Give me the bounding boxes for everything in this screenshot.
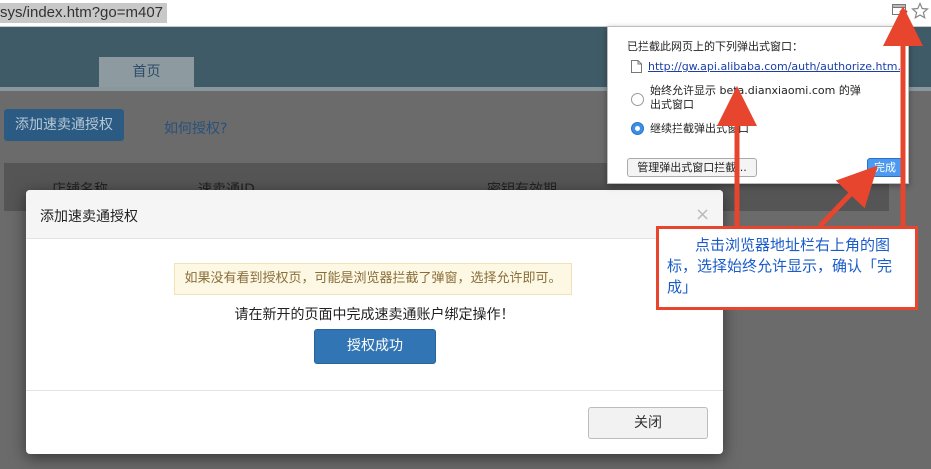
close-icon[interactable]: ×	[695, 204, 710, 225]
always-allow-label[interactable]: 始终允许显示 beta.dianxiaomi.com 的弹 出式窗口	[650, 84, 861, 112]
bubble-title: 已拦截此网页上的下列弹出式窗口：	[627, 40, 803, 53]
modal-title: 添加速卖通授权	[40, 209, 138, 225]
url-field[interactable]: sys/index.htm?go=m407	[0, 3, 168, 23]
always-allow-radio[interactable]	[631, 93, 644, 106]
modal-footer-divider	[26, 390, 723, 391]
manage-popup-blocking-button[interactable]: 管理弹出式窗口拦截...	[627, 158, 757, 177]
close-button[interactable]: 关闭	[588, 407, 708, 439]
done-button[interactable]: 完成	[867, 158, 903, 177]
how-to-auth-link[interactable]: 如何授权?	[164, 118, 227, 138]
popup-blocked-icon[interactable]	[892, 4, 908, 18]
bookmark-star-icon[interactable]	[911, 2, 929, 20]
keep-blocking-label[interactable]: 继续拦截弹出式窗口	[650, 122, 749, 136]
address-bar: sys/index.htm?go=m407	[0, 0, 931, 27]
popup-blocked-bubble: 已拦截此网页上的下列弹出式窗口： http://gw.api.alibaba.c…	[607, 26, 909, 184]
tab-home[interactable]: 首页	[99, 57, 194, 87]
auth-modal: 添加速卖通授权 × 如果没有看到授权页，可能是浏览器拦截了弹窗，选择允许即可。 …	[26, 190, 723, 454]
modal-header: 添加速卖通授权 ×	[26, 190, 723, 239]
always-allow-label-line2: 出式窗口	[650, 98, 694, 111]
keep-blocking-radio[interactable]	[631, 122, 644, 135]
document-icon	[631, 60, 642, 73]
annotation-text: 点击浏览器地址栏右上角的图标，选择始终允许显示，确认「完成」	[667, 236, 893, 296]
annotation-note: 点击浏览器地址栏右上角的图标，选择始终允许显示，确认「完成」	[656, 226, 918, 310]
blocked-popup-link[interactable]: http://gw.api.alibaba.com/auth/authorize…	[648, 60, 900, 73]
always-allow-label-line1: 始终允许显示 beta.dianxiaomi.com 的弹	[650, 84, 861, 97]
warning-alert: 如果没有看到授权页，可能是浏览器拦截了弹窗，选择允许即可。	[174, 263, 572, 295]
add-auth-button[interactable]: 添加速卖通授权	[4, 109, 124, 141]
instruction-text: 请在新开的页面中完成速卖通账户绑定操作！	[234, 307, 515, 323]
auth-success-button[interactable]: 授权成功	[314, 329, 436, 364]
